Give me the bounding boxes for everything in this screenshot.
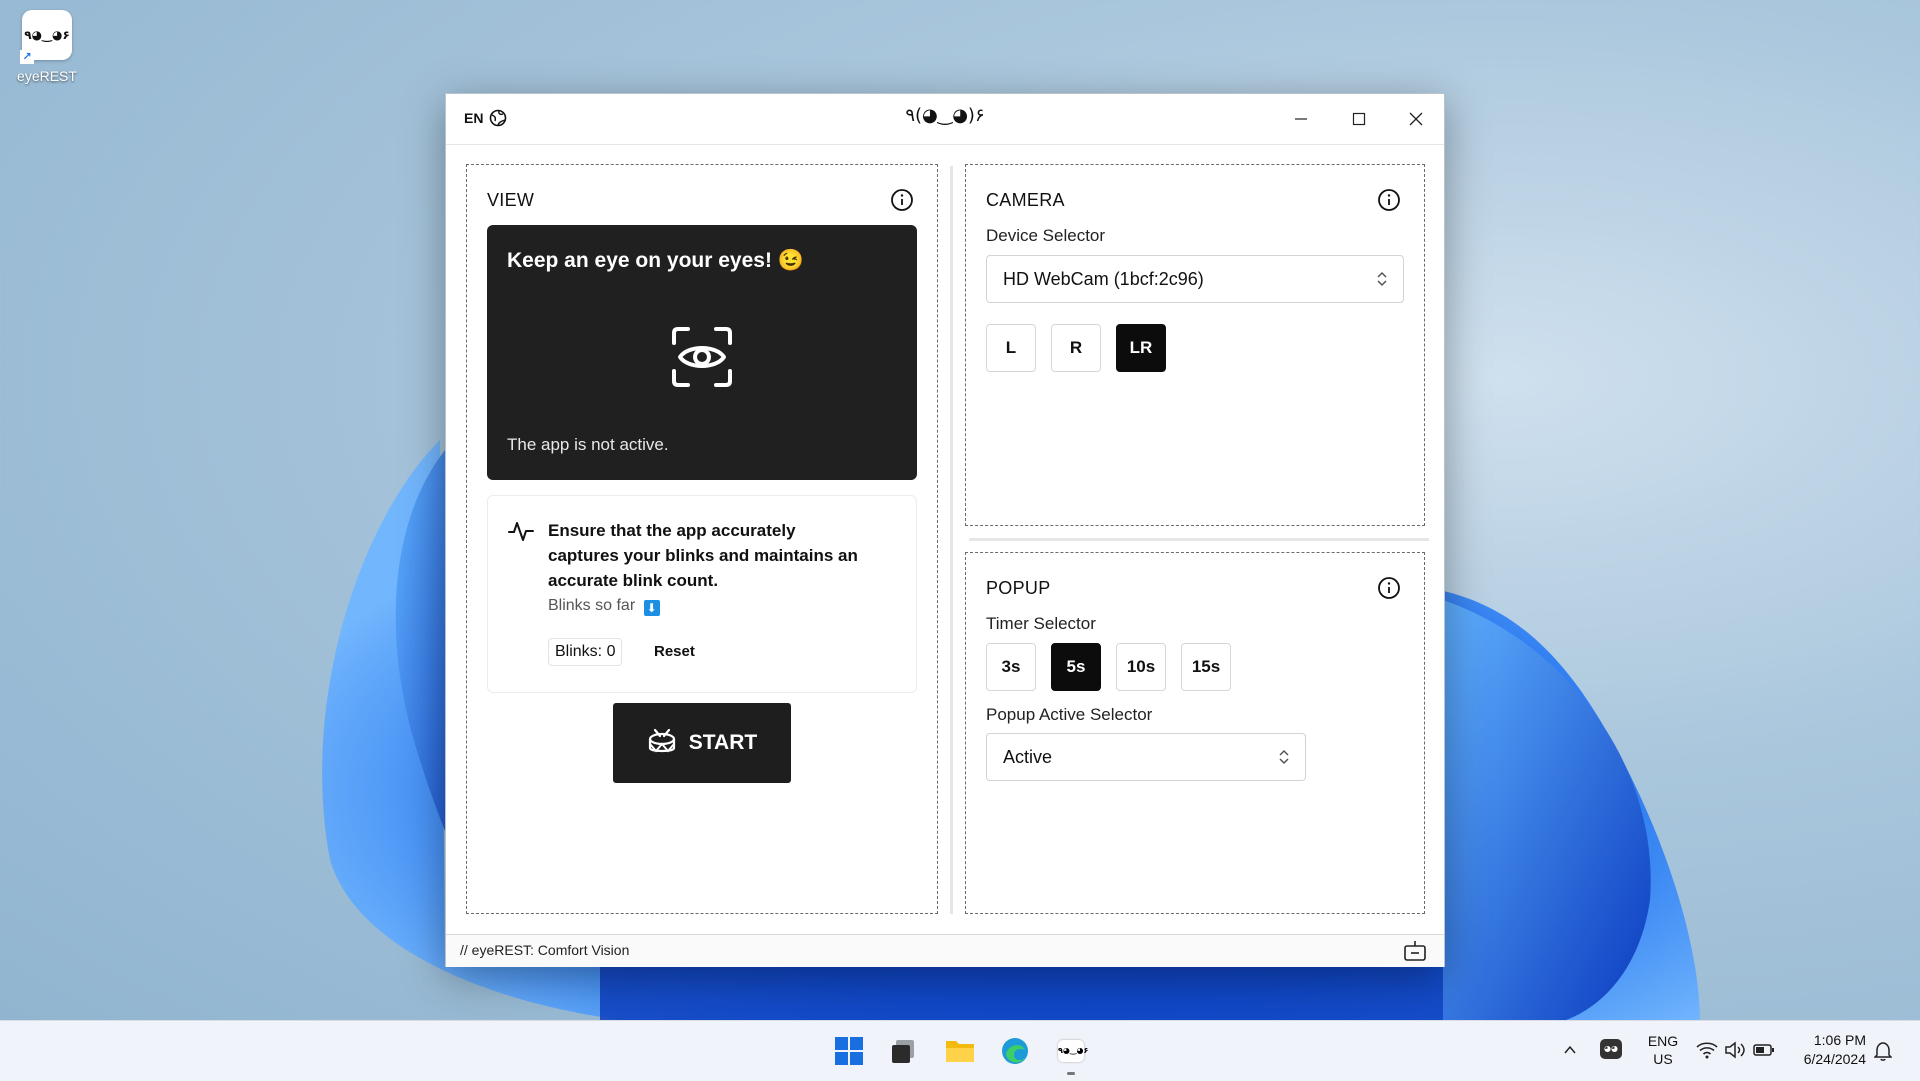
running-indicator	[1067, 1072, 1075, 1075]
hero-heading: Keep an eye on your eyes! 😉	[507, 249, 804, 272]
notification-bell-icon[interactable]	[1874, 1041, 1892, 1061]
minimize-button[interactable]	[1273, 94, 1329, 144]
close-icon	[1409, 112, 1423, 126]
status-bar-text: // eyeREST: Comfort Vision	[460, 942, 630, 958]
activity-icon	[508, 522, 534, 541]
view-info-icon[interactable]	[890, 188, 914, 212]
eye-left-button[interactable]: L	[986, 324, 1036, 372]
clock[interactable]: 1:06 PM 6/24/2024	[1786, 1021, 1866, 1081]
arrow-down-icon: ⬇	[643, 600, 660, 616]
lang-bottom: US	[1653, 1051, 1673, 1067]
clock-time: 1:06 PM	[1813, 1032, 1866, 1048]
robot-icon[interactable]	[1403, 940, 1427, 962]
eyerest-taskbar-icon: ٩◕‿◕۶	[1058, 1040, 1088, 1062]
start-menu-button[interactable]	[831, 1033, 867, 1069]
chevron-up-icon[interactable]	[1563, 1043, 1577, 1057]
device-select[interactable]: HD WebCam (1bcf:2c96)	[986, 255, 1404, 303]
edge-browser-button[interactable]	[997, 1033, 1033, 1069]
blink-info-card: Ensure that the app accurately captures …	[487, 495, 917, 693]
title-bar[interactable]: EN ٩(◕‿◕)۶	[446, 94, 1444, 145]
popup-active-select[interactable]: Active	[986, 733, 1306, 781]
start-label: START	[688, 731, 758, 754]
maximize-icon	[1352, 112, 1366, 126]
timer-15s-button[interactable]: 15s	[1181, 643, 1231, 691]
status-bar: // eyeREST: Comfort Vision	[446, 934, 1444, 967]
blinks-so-far-label: Blinks so far ⬇	[548, 597, 660, 616]
wifi-icon[interactable]	[1696, 1041, 1718, 1059]
popup-info-icon[interactable]	[1377, 576, 1401, 600]
battery-icon[interactable]	[1753, 1042, 1775, 1058]
section-divider	[969, 538, 1429, 541]
drum-icon	[648, 728, 675, 753]
status-hero-card: Keep an eye on your eyes! 😉 The app is n…	[487, 225, 917, 480]
panel-divider	[950, 166, 953, 914]
close-button[interactable]	[1388, 94, 1444, 144]
start-button[interactable]: START	[613, 703, 791, 783]
task-view-button[interactable]	[885, 1033, 921, 1069]
timer-3s-button[interactable]: 3s	[986, 643, 1036, 691]
app-status-text: The app is not active.	[507, 435, 669, 454]
eyerest-tray-icon[interactable]: ◕◕	[1600, 1039, 1622, 1059]
blink-info-text: Ensure that the app accurately captures …	[548, 521, 858, 590]
view-panel: VIEW Keep an eye on your eyes! 😉 The app…	[466, 164, 938, 914]
popup-panel: POPUP Timer Selector 3s 5s 10s 15s Popup…	[965, 552, 1425, 914]
taskbar: ٩◕‿◕۶ ◕◕ ENG US 1:06 PM 6/24/2024	[0, 1020, 1920, 1081]
maximize-button[interactable]	[1331, 94, 1387, 144]
eye-both-button[interactable]: LR	[1116, 324, 1166, 372]
eye-right-button[interactable]: R	[1051, 324, 1101, 372]
chevron-updown-icon	[1279, 749, 1289, 765]
app-window: EN ٩(◕‿◕)۶ VIEW Keep an eye on your eyes…	[445, 93, 1445, 967]
camera-title: CAMERA	[986, 190, 1065, 210]
camera-panel: CAMERA Device Selector HD WebCam (1bcf:2…	[965, 164, 1425, 526]
desktop-icon-label: eyeREST	[17, 68, 77, 84]
timer-selector-label: Timer Selector	[986, 614, 1096, 633]
file-explorer-button[interactable]	[942, 1033, 978, 1069]
clock-date: 6/24/2024	[1803, 1051, 1866, 1067]
shortcut-arrow-icon: ↗	[20, 50, 34, 64]
popup-title: POPUP	[986, 578, 1051, 598]
input-language-indicator[interactable]: ENG US	[1643, 1021, 1683, 1081]
windows-logo-icon	[835, 1037, 863, 1065]
lang-top: ENG	[1647, 1033, 1679, 1049]
device-select-value: HD WebCam (1bcf:2c96)	[1003, 269, 1204, 289]
folder-icon	[946, 1041, 974, 1062]
device-selector-label: Device Selector	[986, 226, 1106, 245]
minimize-icon	[1295, 118, 1307, 120]
task-view-icon	[892, 1040, 914, 1063]
eyerest-app-icon: ٩◕‿◕۶ ↗	[20, 10, 72, 64]
edge-icon	[1002, 1038, 1028, 1064]
eye-scan-icon	[672, 327, 732, 387]
camera-info-icon[interactable]	[1377, 188, 1401, 212]
blink-count-chip: Blinks: 0	[548, 638, 623, 666]
view-title: VIEW	[487, 190, 535, 210]
desktop-icon-eyerest[interactable]: ٩◕‿◕۶ ↗ eyeREST	[12, 10, 82, 84]
timer-10s-button[interactable]: 10s	[1116, 643, 1166, 691]
chevron-updown-icon	[1377, 271, 1387, 287]
eyerest-taskbar-button[interactable]: ٩◕‿◕۶	[1053, 1033, 1089, 1069]
popup-active-label: Popup Active Selector	[986, 705, 1153, 724]
volume-icon[interactable]	[1724, 1041, 1746, 1059]
reset-button[interactable]: Reset	[654, 643, 695, 660]
timer-5s-button[interactable]: 5s	[1051, 643, 1101, 691]
popup-active-value: Active	[1003, 747, 1053, 767]
